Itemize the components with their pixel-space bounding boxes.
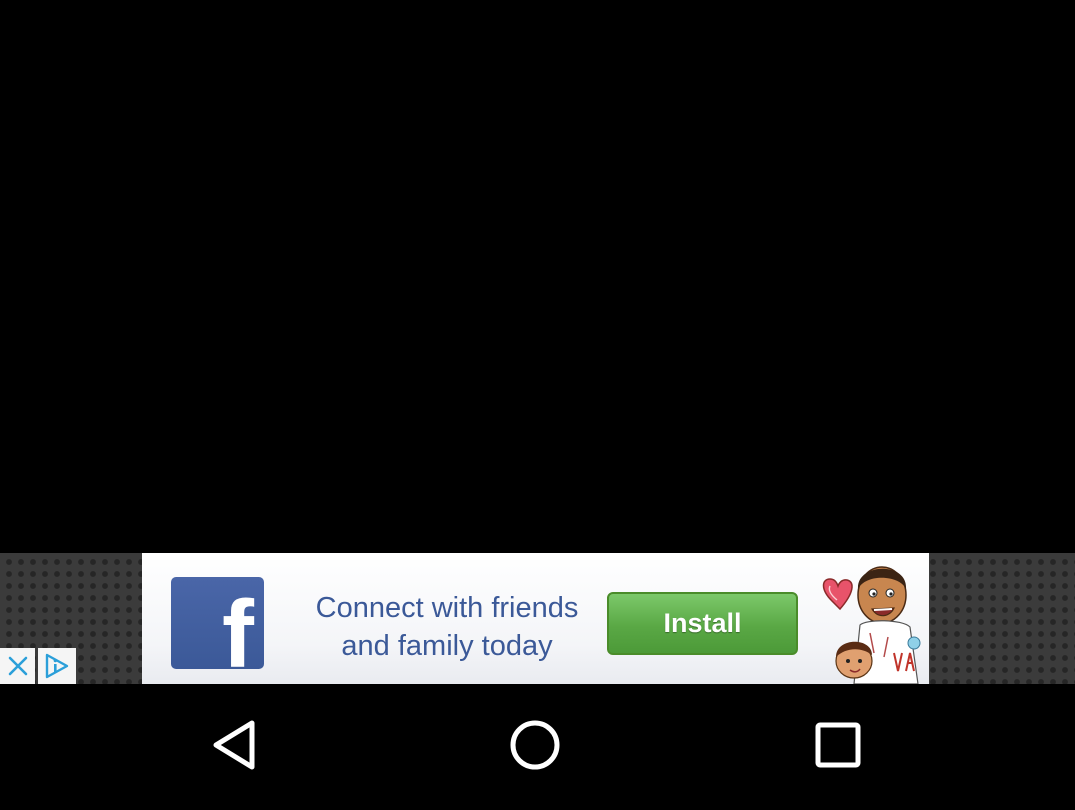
install-button[interactable]: Install [607,592,798,655]
ad-controls [0,648,76,684]
device-screen: f Connect with friends and family today … [0,0,1075,810]
ad-headline-line1: Connect with friends [315,592,579,624]
ad-headline-line2: and family today [341,630,553,662]
ad-close-button[interactable] [0,648,35,684]
facebook-logo-icon: f [171,577,264,669]
facebook-logo-letter: f [222,581,254,670]
cartoon-couple-illustration [822,566,921,684]
adchoices-icon [45,653,69,679]
close-icon [8,656,27,676]
recents-button[interactable] [808,715,868,775]
navigation-bar [0,684,1075,810]
back-button[interactable] [203,715,263,775]
back-triangle-icon [213,720,255,770]
home-button[interactable] [505,715,565,775]
app-content-area [0,0,1075,553]
recents-square-icon [815,722,861,768]
adchoices-button[interactable] [38,648,76,684]
ad-headline: Connect with friends and family today [287,589,607,665]
facebook-ad-banner[interactable]: f Connect with friends and family today … [142,553,929,684]
home-circle-icon [510,720,560,770]
